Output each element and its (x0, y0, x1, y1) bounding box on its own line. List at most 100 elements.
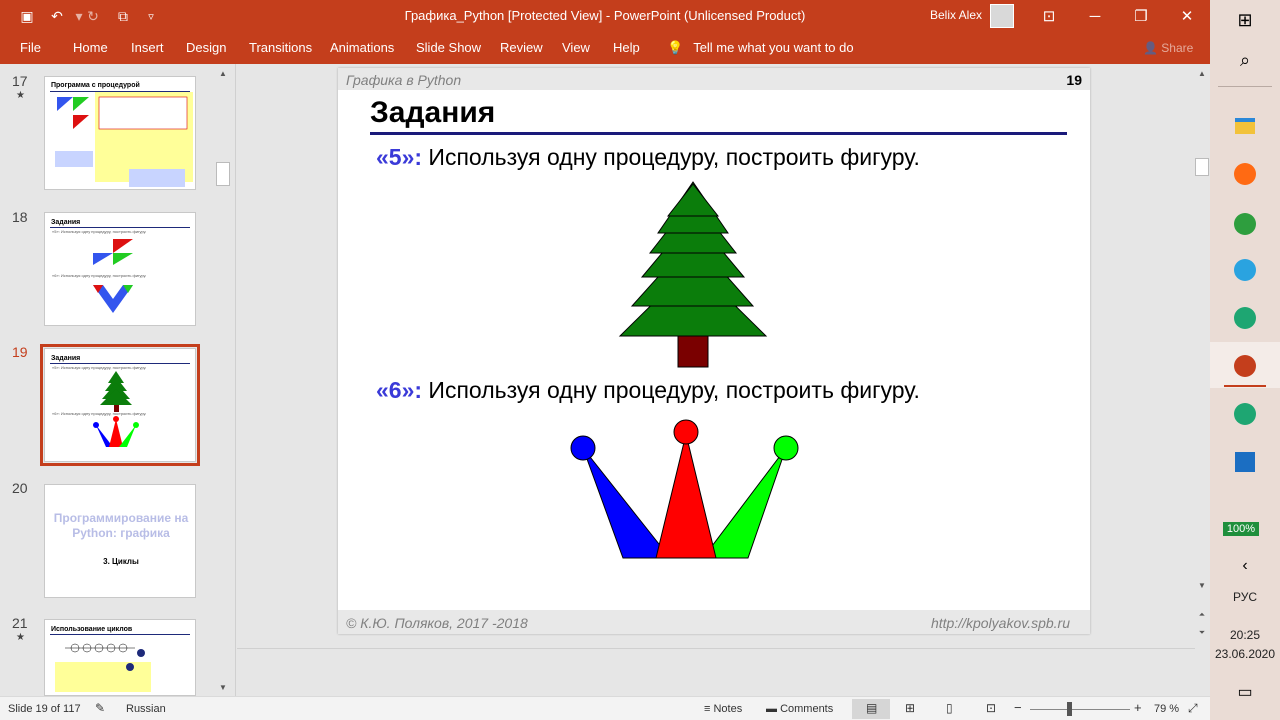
crown-left-ball (570, 435, 596, 461)
search-icon[interactable]: ⌕ (1233, 48, 1257, 72)
slide-footer: © К.Ю. Поляков, 2017 -2018 http://kpolya… (338, 610, 1090, 634)
tell-me-box[interactable]: 💡 Tell me what you want to do (667, 40, 854, 56)
thumb-subtitle: 3. Циклы (103, 557, 139, 566)
scroll-up-icon[interactable]: ▲ (1194, 66, 1210, 80)
ribbon-tabs: File Home Insert Design Transitions Anim… (0, 32, 1210, 64)
slide-thumbnail-21[interactable]: Использование циклов (44, 619, 196, 696)
slide-counter: Slide 19 of 117 (8, 703, 81, 715)
tab-slide-show[interactable]: Slide Show (416, 40, 481, 55)
previous-slide-icon[interactable]: ⏶ (1194, 608, 1210, 622)
slide-number: 21 (12, 615, 28, 631)
slide-number: 20 (12, 480, 28, 496)
crown-right-ball (773, 435, 799, 461)
slide-thumbnail-19[interactable]: Задания «5»: Используя одну процедуру, п… (40, 344, 200, 466)
scroll-thumb[interactable] (1195, 158, 1209, 176)
firefox-icon[interactable] (1233, 162, 1257, 186)
photos-icon[interactable] (1233, 450, 1257, 474)
scroll-thumb[interactable] (216, 162, 230, 186)
slide-thumbnail-18[interactable]: Задания «5»: Используя одну процедуру, п… (44, 212, 196, 326)
tab-review[interactable]: Review (500, 40, 543, 55)
tab-animations[interactable]: Animations (330, 40, 394, 55)
comments-button[interactable]: ▬ Comments (766, 703, 833, 715)
slide-number: 17 (12, 73, 28, 89)
close-icon[interactable]: ✕ (1164, 0, 1210, 32)
next-slide-icon[interactable]: ⏷ (1194, 626, 1210, 640)
status-bar: Slide 19 of 117 ✎ Russian ≡ Notes ▬ Comm… (0, 696, 1210, 720)
thumb-21-graphic (55, 643, 151, 692)
crown-right-spike (701, 447, 787, 559)
zoom-in-icon[interactable]: + (1134, 700, 1142, 715)
scroll-down-icon[interactable]: ▼ (215, 680, 231, 694)
tab-transitions[interactable]: Transitions (249, 40, 312, 55)
crown-middle-spike (655, 433, 717, 559)
chevron-left-icon[interactable]: ‹ (1233, 554, 1257, 578)
windows-taskbar: ⊞ ⌕ 100% ‹ РУС 20:25 23.06.2020 ▭ (1210, 0, 1280, 720)
tab-file[interactable]: File (20, 40, 41, 55)
scroll-down-icon[interactable]: ▼ (1194, 578, 1210, 592)
clock-app-icon[interactable] (1233, 212, 1257, 236)
slideshow-icon[interactable]: ⊡ (986, 701, 996, 715)
slide-sorter-icon[interactable]: ⊞ (905, 701, 915, 715)
share-button[interactable]: 👤 Share (1143, 41, 1193, 55)
notes-button[interactable]: ≡ Notes (704, 703, 742, 715)
atom-icon-2[interactable] (1233, 402, 1257, 426)
reading-view-icon[interactable]: ▯ (946, 701, 953, 715)
scroll-up-icon[interactable]: ▲ (215, 66, 231, 80)
task-6-text: Используя одну процедуру, построить фигу… (422, 377, 920, 403)
restore-icon[interactable]: ❐ (1118, 0, 1164, 32)
clock-date[interactable]: 23.06.2020 (1210, 647, 1280, 661)
editor-scrollbar[interactable]: ▲ ▼ ⏶ ⏷ (1194, 64, 1210, 648)
title-bar: ▣ ↶ ▾ ↻ ⧉ ▿ Графика_Python [Protected Vi… (0, 0, 1210, 32)
zoom-slider-track[interactable] (1030, 709, 1130, 710)
tab-help[interactable]: Help (613, 40, 640, 55)
slide-graphics (570, 181, 799, 559)
ribbon-display-icon[interactable]: ⊡ (1026, 0, 1072, 32)
normal-view-icon: ▤ (866, 701, 878, 715)
avatar[interactable] (990, 4, 1014, 28)
notifications-icon[interactable]: ▭ (1233, 680, 1257, 704)
thumb-17-graphic (55, 92, 193, 187)
slide-number: 19 (12, 344, 28, 360)
animation-star-icon: ★ (16, 632, 25, 643)
animation-star-icon: ★ (16, 90, 25, 101)
taskbar-divider (1218, 86, 1272, 87)
tab-home[interactable]: Home (73, 40, 108, 55)
zoom-level[interactable]: 79 % (1154, 703, 1179, 715)
input-language[interactable]: РУС (1210, 590, 1280, 604)
slide-thumbnail-17[interactable]: Программа с процедурой (44, 76, 196, 190)
language-indicator[interactable]: Russian (126, 703, 166, 715)
zoom-out-icon[interactable]: − (1014, 700, 1022, 715)
tree-tier-1 (666, 183, 720, 217)
spellcheck-icon[interactable]: ✎ (95, 701, 105, 715)
battery-indicator[interactable]: 100% (1223, 522, 1259, 536)
comments-label: Comments (780, 703, 834, 715)
file-explorer-icon[interactable] (1233, 114, 1257, 138)
tab-insert[interactable]: Insert (131, 40, 164, 55)
zoom-slider-handle[interactable] (1067, 702, 1072, 716)
fit-slide-icon[interactable]: ⤢ (1188, 701, 1198, 716)
thumb-18-graphic (93, 239, 133, 313)
clock-time[interactable]: 20:25 (1210, 628, 1280, 642)
slide-canvas[interactable]: Графика в Python 19 Задания «5»: Использ… (338, 68, 1090, 634)
tab-design[interactable]: Design (186, 40, 226, 55)
thumb-19-graphic (93, 371, 139, 447)
share-icon: 👤 (1143, 41, 1158, 55)
footer-url: http://kpolyakov.spb.ru (930, 615, 1070, 631)
notes-label: Notes (713, 703, 743, 715)
footer-copyright: © К.Ю. Поляков, 2017 -2018 (346, 615, 528, 631)
task-6-label: «6»: (376, 377, 423, 403)
lightbulb-icon: 💡 (667, 40, 684, 55)
powerpoint-icon[interactable] (1233, 354, 1257, 378)
minimize-icon[interactable]: ─ (1072, 0, 1118, 32)
tab-view[interactable]: View (562, 40, 590, 55)
notes-divider (237, 648, 1195, 649)
atom-icon[interactable] (1233, 306, 1257, 330)
start-icon[interactable]: ⊞ (1233, 8, 1257, 32)
user-name[interactable]: Belix Alex (930, 8, 982, 22)
telegram-icon[interactable] (1233, 258, 1257, 282)
crown-middle-ball (673, 419, 699, 445)
thumbnail-scrollbar[interactable]: ▲ ▼ (215, 64, 231, 696)
slide-thumbnail-20[interactable]: Программирование на Python: графика 3. Ц… (44, 484, 196, 598)
thumb-title: Программирование на Python: графика (53, 511, 189, 540)
tree-trunk (677, 335, 709, 368)
